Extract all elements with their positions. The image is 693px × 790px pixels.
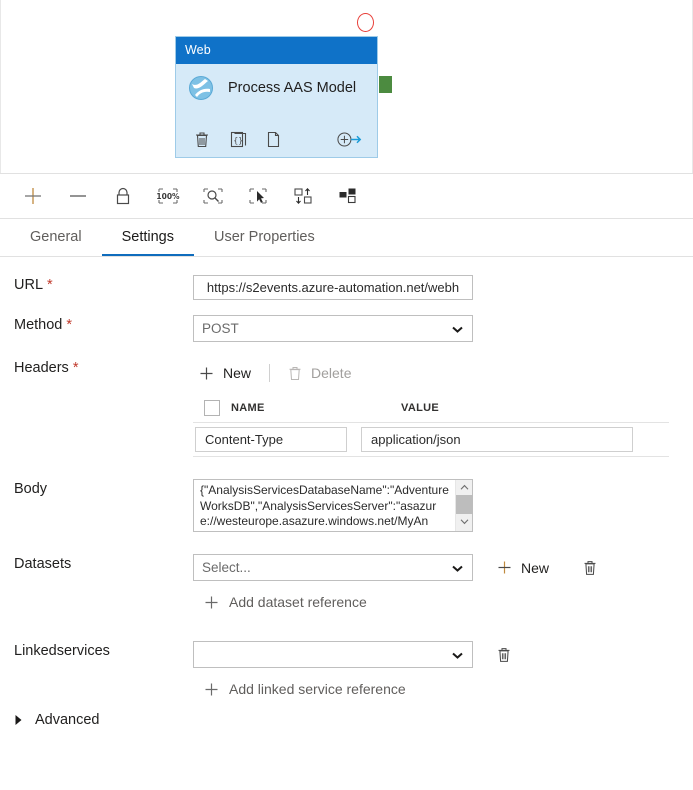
required-asterisk: * [72,360,79,376]
datasets-label: Datasets [14,556,72,572]
scrollbar-thumb[interactable] [455,495,473,514]
trash-icon [288,366,302,381]
activity-name: Process AAS Model [228,80,357,96]
headers-grid: NAME VALUE Content-Type application/json [193,394,669,457]
advanced-expander[interactable]: Advanced [0,712,693,728]
properties-tabs: General Settings User Properties [0,219,693,257]
column-header-value: VALUE [401,402,439,414]
headers-new-button[interactable]: New [193,360,257,386]
code-view-activity-icon[interactable]: {} [225,128,251,150]
required-asterisk: * [47,277,53,293]
datasets-selected-value: Select... [202,560,251,575]
zoom-to-100-button[interactable]: 100% [145,178,190,214]
header-value-input[interactable]: application/json [361,427,633,452]
required-asterisk: * [66,317,73,333]
pipeline-canvas[interactable]: Web Process AAS Model {} [0,0,693,174]
clone-activity-icon[interactable] [261,128,287,150]
select-all-headers-checkbox[interactable] [193,400,231,416]
method-label: Method * [14,317,73,333]
command-divider [269,364,271,382]
column-header-name: NAME [231,402,265,414]
method-control: POST [193,315,473,342]
tab-general[interactable]: General [10,219,102,256]
table-row: Content-Type application/json [193,423,669,457]
tab-settings[interactable]: Settings [101,219,194,256]
plus-icon [204,595,219,610]
plus-icon [204,682,219,697]
add-dataset-reference-label: Add dataset reference [229,594,367,610]
auto-align-button[interactable] [280,178,325,214]
chevron-right-icon [14,714,23,726]
headers-label: Headers * [14,360,79,376]
add-output-dependency-icon[interactable] [337,128,363,150]
auto-layout-button[interactable] [325,178,370,214]
linkedservices-actions [491,641,517,668]
canvas-left-edge [0,0,1,173]
field-row-datasets: Datasets Select... New Add dataset refer… [0,554,693,613]
body-textarea-value: {"AnalysisServicesDatabaseName":"Adventu… [200,483,449,528]
web-activity-card[interactable]: Web Process AAS Model {} [175,36,378,158]
datasets-actions: New [491,554,603,581]
linkedservices-label: Linkedservices [14,643,110,659]
body-label: Body [14,481,48,497]
field-row-linkedservices: Linkedservices Add linked service refere… [0,641,693,700]
canvas-toolbar: 100% [0,174,693,219]
headers-control: New Delete NAME VALUE Content-Type appli… [193,358,669,457]
method-select[interactable]: POST [193,315,473,342]
plus-icon [497,560,512,575]
linkedservices-select[interactable] [193,641,473,668]
advanced-label: Advanced [35,712,100,728]
activity-action-bar: {} [176,128,377,150]
url-input[interactable]: https://s2events.azure-automation.net/we… [193,275,473,300]
web-globe-icon [188,75,214,101]
headers-command-bar: New Delete [193,358,669,388]
lock-canvas-button[interactable] [100,178,145,214]
url-label: URL * [14,277,53,293]
scroll-up-icon[interactable] [460,480,469,495]
activity-type-label: Web [176,37,377,64]
datasets-new-button[interactable]: New [491,555,555,581]
scroll-down-icon[interactable] [460,514,469,529]
delete-activity-icon[interactable] [189,128,215,150]
field-row-method: Method * POST [0,315,693,342]
add-dataset-reference-button[interactable]: Add dataset reference [204,591,603,613]
headers-new-label: New [223,365,252,381]
headers-delete-button[interactable]: Delete [282,360,357,386]
tab-user-properties[interactable]: User Properties [194,219,335,256]
success-connector-icon[interactable] [379,76,392,93]
validation-marker-icon[interactable] [357,13,374,32]
add-linked-service-reference-label: Add linked service reference [229,681,406,697]
field-row-url: URL * https://s2events.azure-automation.n… [0,275,693,300]
headers-delete-label: Delete [311,365,352,381]
method-selected-value: POST [202,321,239,336]
datasets-control: Select... New Add dataset reference [193,554,603,613]
body-textarea[interactable]: {"AnalysisServicesDatabaseName":"Adventu… [193,479,473,532]
svg-text:{}: {} [233,136,243,145]
datasets-new-label: New [521,559,550,576]
headers-grid-header: NAME VALUE [193,394,669,423]
url-control: https://s2events.azure-automation.net/we… [193,275,473,300]
zoom-out-button[interactable] [55,178,100,214]
chevron-down-icon [452,321,463,336]
zoom-in-button[interactable] [10,178,55,214]
datasets-delete-button[interactable] [577,556,603,580]
select-all-button[interactable] [235,178,280,214]
body-control: {"AnalysisServicesDatabaseName":"Adventu… [193,479,473,532]
zoom-to-fit-button[interactable] [190,178,235,214]
field-row-headers: Headers * New Delete NAME VALUE Content-… [0,358,693,457]
datasets-select[interactable]: Select... [193,554,473,581]
chevron-down-icon [452,647,463,662]
activity-body: Process AAS Model {} [176,64,377,157]
field-row-body: Body {"AnalysisServicesDatabaseName":"Ad… [0,479,693,532]
header-name-input[interactable]: Content-Type [195,427,347,452]
settings-form: URL * https://s2events.azure-automation.n… [0,257,693,728]
linkedservices-control: Add linked service reference [193,641,517,700]
activity-main: Process AAS Model [176,64,377,101]
body-scrollbar[interactable] [455,480,473,531]
add-linked-service-reference-button[interactable]: Add linked service reference [204,678,517,700]
linkedservices-delete-button[interactable] [491,643,517,667]
chevron-down-icon [452,560,463,575]
plus-icon [199,366,214,381]
svg-text:100%: 100% [156,192,180,201]
